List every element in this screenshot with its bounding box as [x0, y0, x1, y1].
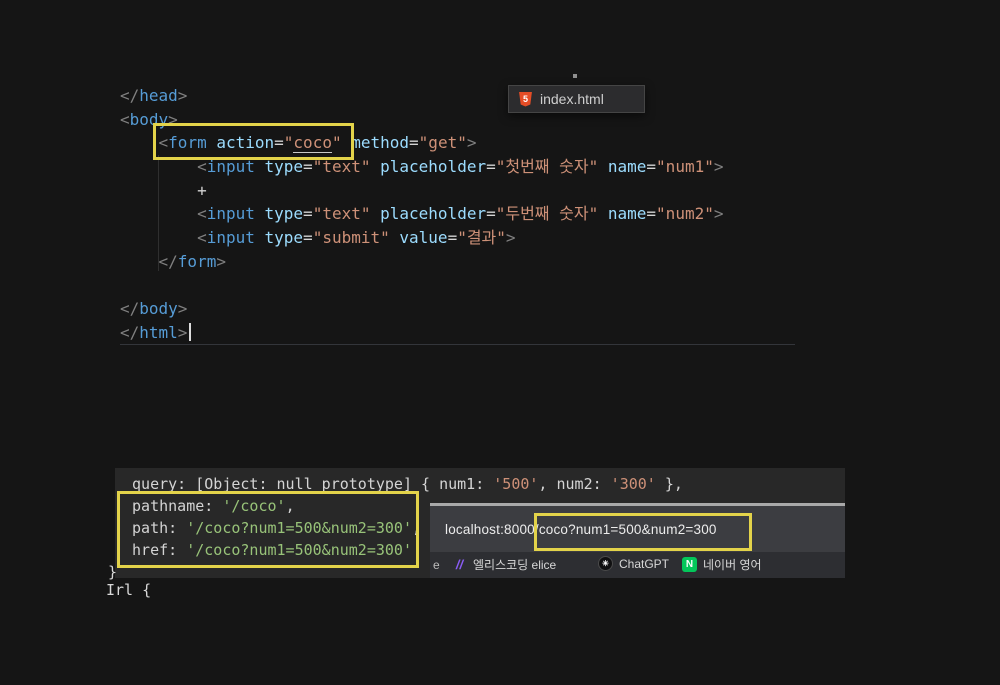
bookmarks-bar: e // 엘리스코딩 elice ✳ ChatGPT N 네이버 영어: [430, 552, 845, 578]
bookmark-item[interactable]: // 엘리스코딩 elice: [452, 556, 556, 573]
html5-file-icon: 5: [519, 91, 532, 107]
text-cursor: [189, 322, 192, 341]
address-host: localhost:8000: [445, 521, 535, 537]
form-action-highlight-box: [153, 123, 354, 160]
bookmark-label: 엘리스코딩 elice: [473, 558, 557, 572]
filename-tooltip: 5 index.html: [508, 85, 645, 113]
code-line: </html>: [120, 321, 723, 345]
console-url-line: Irl {: [106, 581, 152, 599]
bookmark-label: 네이버 영어: [703, 558, 762, 572]
bookmark-item[interactable]: N 네이버 영어: [682, 556, 762, 573]
indent-guide: [158, 155, 159, 271]
editor-divider-line: [120, 344, 795, 345]
path-output-highlight-box: [117, 491, 419, 568]
code-line: <input type="submit" value="결과">: [197, 228, 516, 248]
chatgpt-icon: ✳: [598, 556, 613, 571]
code-line: </form>: [158, 251, 226, 271]
hover-caret-dot: [573, 74, 577, 78]
bookmark-label: ChatGPT: [619, 556, 670, 571]
clipped-bookmark-label: e: [433, 558, 440, 572]
bookmark-item[interactable]: ✳ ChatGPT: [598, 556, 669, 571]
console-closing-brace: }: [108, 563, 118, 581]
url-path-highlight-box: [534, 513, 752, 551]
naver-icon: N: [682, 557, 697, 572]
elice-icon: //: [455, 557, 464, 572]
code-line: +: [120, 180, 207, 200]
code-line: </body>: [120, 299, 188, 319]
tooltip-filename: index.html: [540, 91, 604, 107]
code-line: <input type="text" placeholder="두번째 숫자" …: [197, 204, 724, 224]
